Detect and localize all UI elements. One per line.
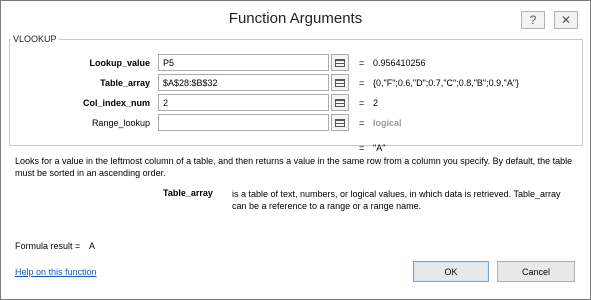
formula-result-value: A [89,241,96,251]
table-array-result: {0,"F";0.6,"D";0.7,"C";0.8,"B";0.9,"A"} [373,78,520,88]
range-lookup-input[interactable] [158,114,329,131]
ok-button[interactable]: OK [413,261,489,282]
range-lookup-result: logical [373,118,402,128]
cancel-button[interactable]: Cancel [497,261,575,282]
function-arguments-dialog: Function Arguments ? ✕ VLOOKUP Lookup_va… [0,0,591,300]
range-selector-icon[interactable] [331,94,349,111]
equals-sign: = [359,118,365,128]
parameter-help-name: Table_array [163,188,213,198]
col-index-num-input[interactable] [158,94,329,111]
title-bar[interactable]: Function Arguments ? ✕ [1,1,590,39]
lookup-value-result: 0.956410256 [373,58,426,68]
close-icon[interactable]: ✕ [554,11,578,29]
equals-sign: = [359,78,365,88]
function-result-value: "A" [373,143,386,153]
equals-sign: = [359,58,365,68]
range-selector-icon[interactable] [331,54,349,71]
range-selector-icon[interactable] [331,114,349,131]
function-description: Looks for a value in the leftmost column… [15,156,573,178]
parameter-help-text: is a table of text, numbers, or logical … [232,189,561,211]
function-result-equals: = [359,143,365,153]
equals-sign: = [359,98,365,108]
help-on-function-link[interactable]: Help on this function [15,267,97,277]
col-index-num-result: 2 [373,98,379,108]
range-selector-icon[interactable] [331,74,349,91]
help-icon[interactable]: ? [521,11,545,29]
col-index-num-label: Col_index_num [82,98,150,108]
table-array-input[interactable] [158,74,329,91]
table-array-label: Table_array [100,78,150,88]
function-name-label: VLOOKUP [11,34,59,44]
dialog-title: Function Arguments [228,10,363,27]
formula-result-label: Formula result = [15,241,81,251]
lookup-value-label: Lookup_value [89,58,150,68]
lookup-value-input[interactable] [158,54,329,71]
range-lookup-label: Range_lookup [91,118,150,128]
